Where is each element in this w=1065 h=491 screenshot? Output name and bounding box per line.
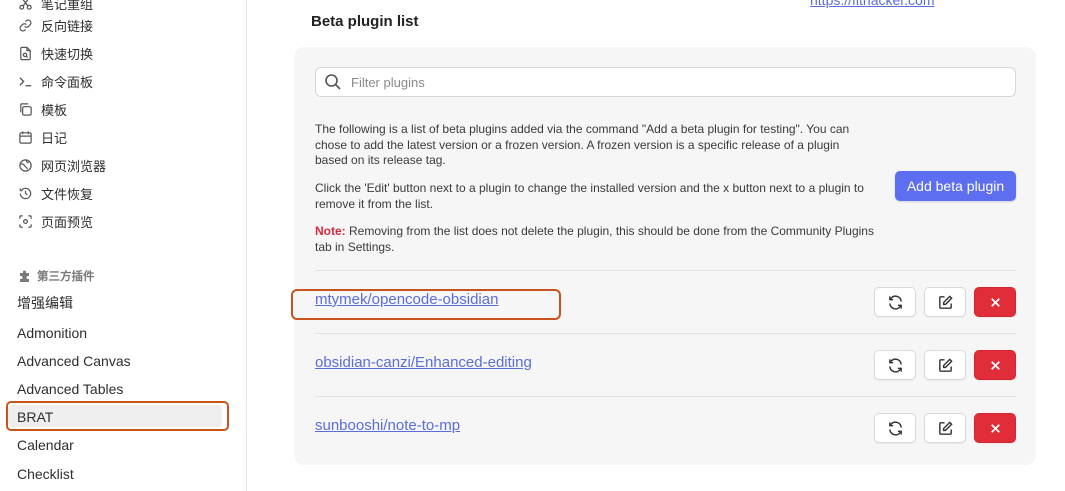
divider xyxy=(315,396,1016,397)
sidebar-item-label: Advanced Canvas xyxy=(17,353,131,369)
preview-icon xyxy=(17,213,33,229)
author-url-link[interactable]: https://fithacker.com xyxy=(810,0,935,8)
plugin-repo-link[interactable]: obsidian-canzi/Enhanced-editing xyxy=(315,354,532,371)
file-search-icon xyxy=(17,45,33,61)
brat-highlight-outline xyxy=(6,401,229,431)
close-icon xyxy=(990,360,1000,370)
sidebar-item-templates[interactable]: 模板 xyxy=(17,97,67,121)
section-title: Beta plugin list xyxy=(311,13,419,30)
puzzle-icon xyxy=(17,268,33,284)
refresh-icon xyxy=(888,421,902,435)
edit-icon xyxy=(938,294,953,309)
add-beta-plugin-button[interactable]: Add beta plugin xyxy=(895,171,1016,201)
sidebar-item-label: Admonition xyxy=(17,325,88,341)
remove-plugin-button[interactable] xyxy=(974,287,1016,317)
sidebar-item-label: 快速切换 xyxy=(41,47,94,63)
sidebar-item-label: Advanced Tables xyxy=(17,381,124,397)
refresh-icon xyxy=(888,358,902,372)
sidebar-item-label: 网页浏览器 xyxy=(41,159,107,175)
sidebar-item-label: 日记 xyxy=(41,131,68,147)
edit-icon xyxy=(938,420,953,435)
sidebar-item-backlinks[interactable]: 反向链接 xyxy=(17,13,93,37)
terminal-icon xyxy=(17,73,33,89)
link-icon xyxy=(17,17,33,33)
sidebar-item-label: 增强编辑 xyxy=(17,295,73,311)
sidebar-item-daily-notes[interactable]: 日记 xyxy=(17,125,67,149)
filter-plugins-field[interactable] xyxy=(315,67,1016,97)
history-icon xyxy=(17,185,33,201)
edit-plugin-button[interactable] xyxy=(924,413,966,443)
globe-icon xyxy=(17,157,33,173)
note-text: Removing from the list does not delete t… xyxy=(315,224,874,254)
plugin-row: obsidian-canzi/Enhanced-editing xyxy=(315,348,1016,382)
refresh-icon xyxy=(888,295,902,309)
sidebar-item-enhanced-editing[interactable]: 增强编辑 xyxy=(17,291,73,315)
settings-sidebar: 笔记重组 反向链接 快速切换 命令面板 模板 日记 网页浏览器 文件恢复 页面预… xyxy=(0,0,247,491)
update-plugin-button[interactable] xyxy=(874,350,916,380)
sidebar-item-calendar[interactable]: Calendar xyxy=(17,433,74,457)
sidebar-item-label: 笔记重组 xyxy=(41,0,94,13)
sidebar-item-page-preview[interactable]: 页面预览 xyxy=(17,209,93,233)
edit-plugin-button[interactable] xyxy=(924,350,966,380)
edit-plugin-button[interactable] xyxy=(924,287,966,317)
sidebar-item-file-recovery[interactable]: 文件恢复 xyxy=(17,181,93,205)
sidebar-item-quick-switcher[interactable]: 快速切换 xyxy=(17,41,93,65)
remove-plugin-button[interactable] xyxy=(974,413,1016,443)
sidebar-item-checklist[interactable]: Checklist xyxy=(17,462,74,486)
calendar-icon xyxy=(17,129,33,145)
sidebar-item-label: 页面预览 xyxy=(41,215,94,231)
community-plugins-header: 第三方插件 xyxy=(17,266,95,286)
settings-main: https://fithacker.com Beta plugin list T… xyxy=(248,0,1065,491)
sidebar-item-command-palette[interactable]: 命令面板 xyxy=(17,69,93,93)
sidebar-item-admonition[interactable]: Admonition xyxy=(17,321,87,345)
update-plugin-button[interactable] xyxy=(874,413,916,443)
filter-plugins-input[interactable] xyxy=(351,74,991,90)
sidebar-item-advanced-canvas[interactable]: Advanced Canvas xyxy=(17,349,131,373)
section-header-label: 第三方插件 xyxy=(37,269,95,283)
beta-plugin-list-card: The following is a list of beta plugins … xyxy=(294,47,1036,465)
scissors-icon xyxy=(17,0,33,11)
search-icon xyxy=(324,73,342,91)
edit-icon xyxy=(938,357,953,372)
description-paragraph-1: The following is a list of beta plugins … xyxy=(315,122,850,167)
divider xyxy=(315,270,1016,271)
sidebar-item-label: 模板 xyxy=(41,103,68,119)
note-label: Note: xyxy=(315,224,346,238)
copy-icon xyxy=(17,101,33,117)
sidebar-item-web-viewer[interactable]: 网页浏览器 xyxy=(17,153,106,177)
sidebar-item-label: 命令面板 xyxy=(41,75,94,91)
sidebar-item-advanced-tables[interactable]: Advanced Tables xyxy=(17,377,123,401)
plugin-highlight-outline xyxy=(291,289,561,320)
sidebar-item-label: Checklist xyxy=(17,466,74,482)
close-icon xyxy=(990,423,1000,433)
divider xyxy=(315,333,1016,334)
note-paragraph: Note: Removing from the list does not de… xyxy=(315,224,875,255)
plugin-row: sunbooshi/note-to-mp xyxy=(315,411,1016,445)
remove-plugin-button[interactable] xyxy=(974,350,1016,380)
sidebar-item-label: 文件恢复 xyxy=(41,187,94,203)
description-paragraph-2: Click the 'Edit' button next to a plugin… xyxy=(315,181,864,211)
close-icon xyxy=(990,297,1000,307)
sidebar-item-label: Calendar xyxy=(17,437,74,453)
plugin-repo-link[interactable]: sunbooshi/note-to-mp xyxy=(315,417,460,434)
sidebar-item-label: 反向链接 xyxy=(41,19,94,35)
update-plugin-button[interactable] xyxy=(874,287,916,317)
